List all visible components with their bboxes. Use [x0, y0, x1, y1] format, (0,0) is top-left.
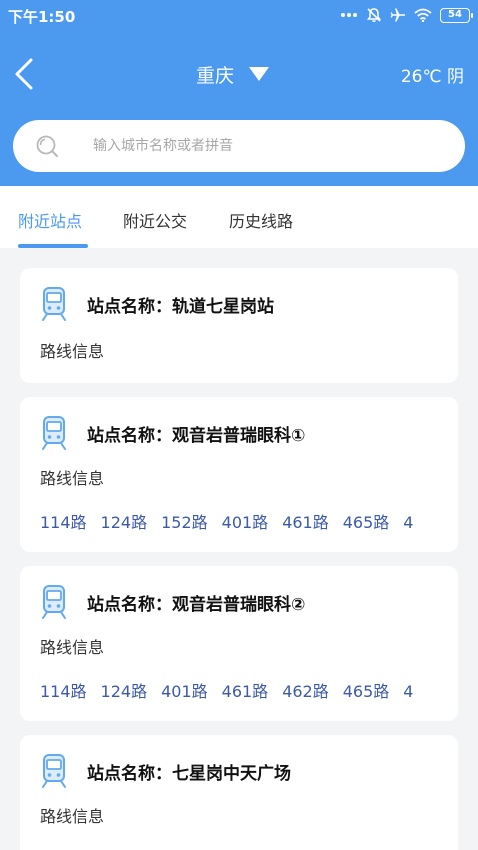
route-link[interactable]: 124路 — [101, 678, 148, 702]
search-icon — [36, 135, 58, 157]
route-info-label: 路线信息 — [40, 638, 105, 657]
route-link[interactable]: 461路 — [222, 678, 269, 702]
status-bar: 下午1:50 54 — [0, 0, 478, 30]
route-info-label: 路线信息 — [40, 469, 105, 488]
route-link[interactable]: 462路 — [282, 678, 329, 702]
tab-bar: 附近站点 附近公交 历史线路 — [0, 186, 478, 248]
station-title: 站点名称：轨道七星岗站 — [87, 297, 274, 317]
station-title: 站点名称：观音岩普瑞眼科① — [87, 426, 306, 446]
station-title: 站点名称：七星岗中天广场 — [87, 764, 291, 784]
train-icon — [42, 287, 66, 321]
back-arrow-icon — [15, 58, 33, 90]
tab-nearby-stations[interactable]: 附近站点 — [18, 208, 82, 232]
tab-history-routes[interactable]: 历史线路 — [229, 208, 293, 232]
active-tab-indicator — [18, 244, 88, 248]
station-card[interactable]: 站点名称：七星岗中天广场 路线信息 — [20, 735, 458, 850]
search-input[interactable] — [93, 120, 453, 172]
route-link[interactable]: 4 — [403, 682, 413, 701]
station-card[interactable]: 站点名称：观音岩普瑞眼科② 路线信息 114路 124路 401路 461路 462路 4… — [20, 566, 458, 721]
route-link[interactable]: 114路 — [40, 678, 87, 702]
airplane-icon — [390, 8, 405, 22]
status-icons: 54 — [340, 6, 473, 24]
mute-icon — [367, 8, 381, 22]
status-time: 下午1:50 — [8, 8, 76, 26]
route-link[interactable]: 114路 — [40, 509, 87, 533]
route-list: 114路 124路 401路 461路 462路 465路 4 — [40, 678, 444, 702]
battery-icon: 54 — [440, 7, 473, 23]
header: 下午1:50 54 重庆 26℃ 阴 输入城市名称或者拼音 — [0, 0, 478, 186]
route-info-label: 路线信息 — [40, 807, 105, 826]
route-info-label: 路线信息 — [40, 342, 105, 361]
route-link[interactable]: 401路 — [161, 678, 208, 702]
search-box[interactable] — [13, 120, 465, 172]
route-link[interactable]: 465路 — [343, 678, 390, 702]
route-link[interactable]: 401路 — [222, 509, 269, 533]
route-link[interactable]: 465路 — [343, 509, 390, 533]
tab-nearby-buses[interactable]: 附近公交 — [123, 208, 187, 232]
station-card[interactable]: 站点名称：观音岩普瑞眼科① 路线信息 114路 124路 152路 401路 461路 4… — [20, 397, 458, 552]
train-icon — [42, 416, 66, 450]
train-icon — [42, 754, 66, 788]
station-card[interactable]: 站点名称：轨道七星岗站 路线信息 — [20, 268, 458, 383]
station-title: 站点名称：观音岩普瑞眼科② — [87, 595, 306, 615]
route-link[interactable]: 4 — [403, 513, 413, 532]
nav-bar: 重庆 26℃ 阴 — [0, 44, 478, 104]
city-selector[interactable]: 重庆 — [196, 58, 270, 90]
wifi-icon — [414, 8, 432, 22]
train-icon — [42, 585, 66, 619]
route-link[interactable]: 461路 — [282, 509, 329, 533]
weather-info: 26℃ 阴 — [400, 67, 464, 87]
route-list: 114路 124路 152路 401路 461路 465路 4 — [40, 509, 444, 533]
city-name: 重庆 — [196, 64, 235, 87]
battery-level: 54 — [448, 9, 462, 20]
back-button[interactable] — [6, 52, 42, 96]
route-link[interactable]: 152路 — [161, 509, 208, 533]
dropdown-triangle-icon — [249, 67, 270, 81]
route-link[interactable]: 124路 — [101, 509, 148, 533]
more-dots-icon — [341, 13, 357, 17]
